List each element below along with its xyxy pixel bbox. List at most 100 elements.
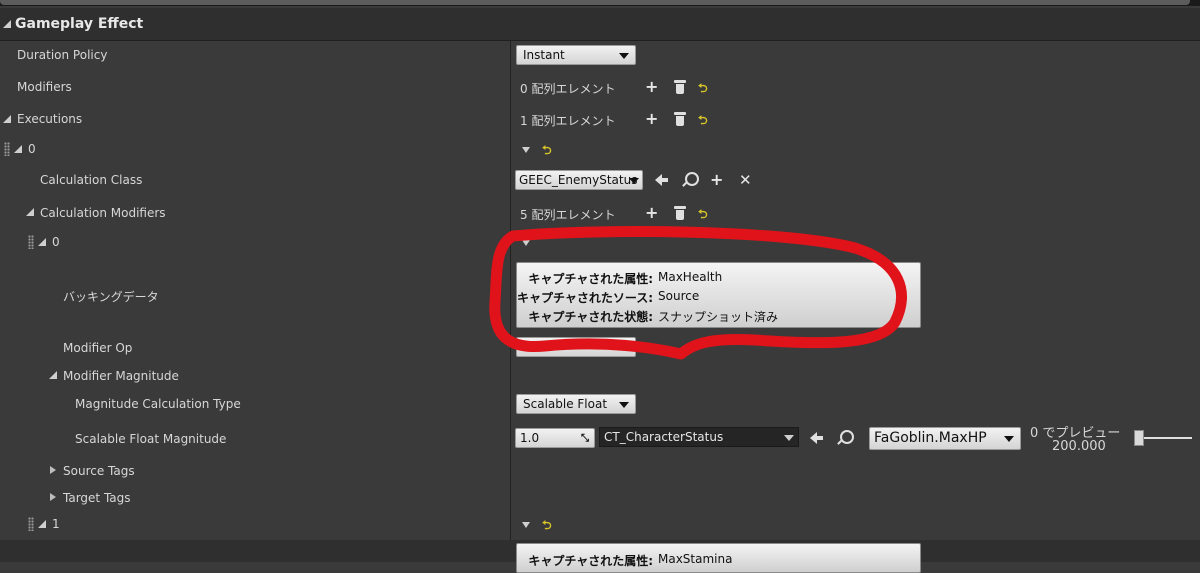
reset-icon[interactable]: ⮌ — [698, 205, 708, 226]
label-duration-policy: Duration Policy — [17, 48, 108, 62]
chevron-down-icon — [629, 178, 639, 184]
collapsed-arrow-icon[interactable] — [50, 466, 56, 474]
row-modifiers: Modifiers 0 配列エレメント + ⮌ — [0, 76, 1200, 100]
add-icon[interactable]: + — [645, 111, 658, 127]
label-calc-modifier-index: 1 — [52, 517, 60, 531]
scalable-value-field[interactable]: 1.0 ⤡ — [515, 428, 595, 448]
label-modifier-magnitude: Modifier Magnitude — [63, 369, 179, 383]
calculation-class-value: GEEC_EnemyStatus — [519, 173, 638, 187]
chevron-down-icon — [784, 435, 794, 441]
footer-row: キャプチャされた属性: MaxStamina — [0, 540, 1200, 573]
scalable-value: 1.0 — [520, 431, 540, 445]
captured-attribute-key: キャプチャされた属性: — [528, 272, 653, 286]
backing-data-capture-box-2[interactable]: キャプチャされた属性: MaxStamina — [516, 543, 921, 573]
dropdown-arrow-icon[interactable] — [522, 522, 530, 528]
slider-thumb[interactable] — [1134, 430, 1144, 446]
dropdown-arrow-icon[interactable] — [522, 240, 530, 246]
chevron-down-icon — [619, 402, 629, 408]
row-magnitude-calc-type: Magnitude Calculation Type Scalable Floa… — [0, 392, 1200, 416]
trash-bin — [676, 116, 684, 126]
label-target-tags: Target Tags — [63, 491, 131, 505]
reset-icon[interactable]: ⮌ — [542, 516, 552, 537]
curve-row-dropdown[interactable]: FaGoblin.MaxHP — [869, 427, 1021, 450]
trash-bin — [676, 210, 684, 220]
top-tab-strip — [0, 0, 1200, 6]
magnitude-calc-type-dropdown[interactable]: Scalable Float — [516, 394, 636, 414]
expand-arrow-icon[interactable] — [26, 208, 34, 216]
preview-value: 200.000 — [1052, 439, 1106, 454]
calculation-class-dropdown[interactable]: GEEC_EnemyStatus — [515, 170, 643, 190]
label-backing-data: バッキングデータ — [63, 290, 159, 304]
chevron-down-icon — [619, 53, 629, 59]
modifiers-count: 0 配列エレメント — [520, 82, 616, 96]
section-header[interactable]: Gameplay Effect — [0, 8, 1200, 41]
duration-policy-dropdown[interactable]: Instant — [516, 45, 636, 65]
label-calc-modifier-index: 0 — [52, 235, 60, 249]
expand-arrow-icon[interactable] — [3, 115, 11, 123]
label-execution-index: 0 — [28, 142, 36, 156]
label-magnitude-calc-type: Magnitude Calculation Type — [75, 397, 241, 411]
captured-source-key: キャプチャされたソース: — [517, 291, 654, 305]
label-scalable-float-magnitude: Scalable Float Magnitude — [75, 432, 227, 446]
trash-lid — [674, 80, 686, 83]
label-calculation-class: Calculation Class — [40, 173, 143, 187]
collapse-arrow-icon[interactable] — [3, 20, 11, 28]
expand-arrow-icon[interactable] — [38, 520, 46, 528]
row-calc-modifier-0: 0 — [0, 233, 1200, 253]
row-duration-policy: Duration Policy Instant — [0, 44, 1200, 68]
row-modifier-op: Modifier Op — [0, 336, 1200, 358]
drag-handle-icon[interactable] — [28, 517, 34, 531]
captured-source-value: Source — [658, 289, 700, 303]
captured-snapshot-key: キャプチャされた状態: — [528, 310, 653, 324]
add-icon[interactable]: + — [645, 79, 658, 95]
label-modifier-op: Modifier Op — [63, 341, 133, 355]
captured-attribute-value: MaxStamina — [658, 552, 733, 566]
dropdown-arrow-icon[interactable] — [522, 147, 530, 153]
add-icon[interactable]: + — [710, 172, 723, 188]
magnitude-calc-type-value: Scalable Float — [523, 397, 608, 411]
captured-attribute-value: MaxHealth — [658, 270, 723, 284]
resize-handle-icon[interactable]: ⤡ — [581, 433, 589, 444]
trash-icon[interactable] — [674, 112, 686, 126]
reset-icon[interactable]: ⮌ — [698, 79, 708, 100]
trash-icon[interactable] — [674, 206, 686, 220]
trash-bin — [676, 84, 684, 94]
label-executions: Executions — [17, 112, 83, 126]
section-title: Gameplay Effect — [15, 16, 144, 32]
backing-data-capture-box[interactable]: キャプチャされた属性: MaxHealth キャプチャされたソース: Sourc… — [516, 262, 921, 328]
curve-table-value: CT_CharacterStatus — [604, 430, 724, 444]
row-calc-modifier-1: 1 ⮌ — [0, 515, 1200, 535]
clear-x-icon[interactable]: ✕ — [739, 172, 752, 188]
browse-search-icon[interactable] — [840, 430, 854, 444]
drag-handle-icon[interactable] — [28, 235, 34, 249]
reset-icon[interactable]: ⮌ — [542, 141, 552, 162]
row-executions: Executions 1 配列エレメント + ⮌ — [0, 108, 1200, 132]
label-calculation-modifiers: Calculation Modifiers — [40, 206, 166, 220]
calc-modifiers-count: 5 配列エレメント — [520, 208, 616, 222]
row-calculation-class: Calculation Class GEEC_EnemyStatus + ✕ — [0, 168, 1200, 192]
slider-track — [1140, 437, 1192, 439]
chevron-down-icon — [1004, 436, 1014, 442]
expand-arrow-icon[interactable] — [38, 238, 46, 246]
expand-arrow-icon[interactable] — [49, 371, 57, 379]
label-source-tags: Source Tags — [63, 464, 135, 478]
row-source-tags: Source Tags — [0, 460, 1200, 482]
captured-attribute-key: キャプチャされた属性: — [528, 554, 653, 568]
tab — [0, 0, 1190, 5]
preview-slider[interactable] — [1134, 430, 1194, 446]
browse-search-icon[interactable] — [685, 172, 699, 186]
use-selected-arrow-icon[interactable] — [655, 174, 668, 186]
drag-handle-icon[interactable] — [4, 142, 10, 156]
trash-icon[interactable] — [674, 80, 686, 94]
curve-row-value: FaGoblin.MaxHP — [874, 430, 987, 446]
label-modifiers: Modifiers — [17, 80, 72, 94]
row-scalable-float-magnitude: Scalable Float Magnitude 1.0 ⤡ CT_Charac… — [0, 422, 1200, 456]
use-selected-arrow-icon[interactable] — [810, 432, 823, 444]
curve-table-dropdown[interactable]: CT_CharacterStatus — [599, 427, 799, 447]
collapsed-arrow-icon[interactable] — [50, 493, 56, 501]
trash-lid — [674, 112, 686, 115]
modifier-op-dropdown[interactable] — [516, 337, 636, 357]
reset-icon[interactable]: ⮌ — [698, 111, 708, 132]
add-icon[interactable]: + — [645, 205, 658, 221]
expand-arrow-icon[interactable] — [14, 145, 22, 153]
